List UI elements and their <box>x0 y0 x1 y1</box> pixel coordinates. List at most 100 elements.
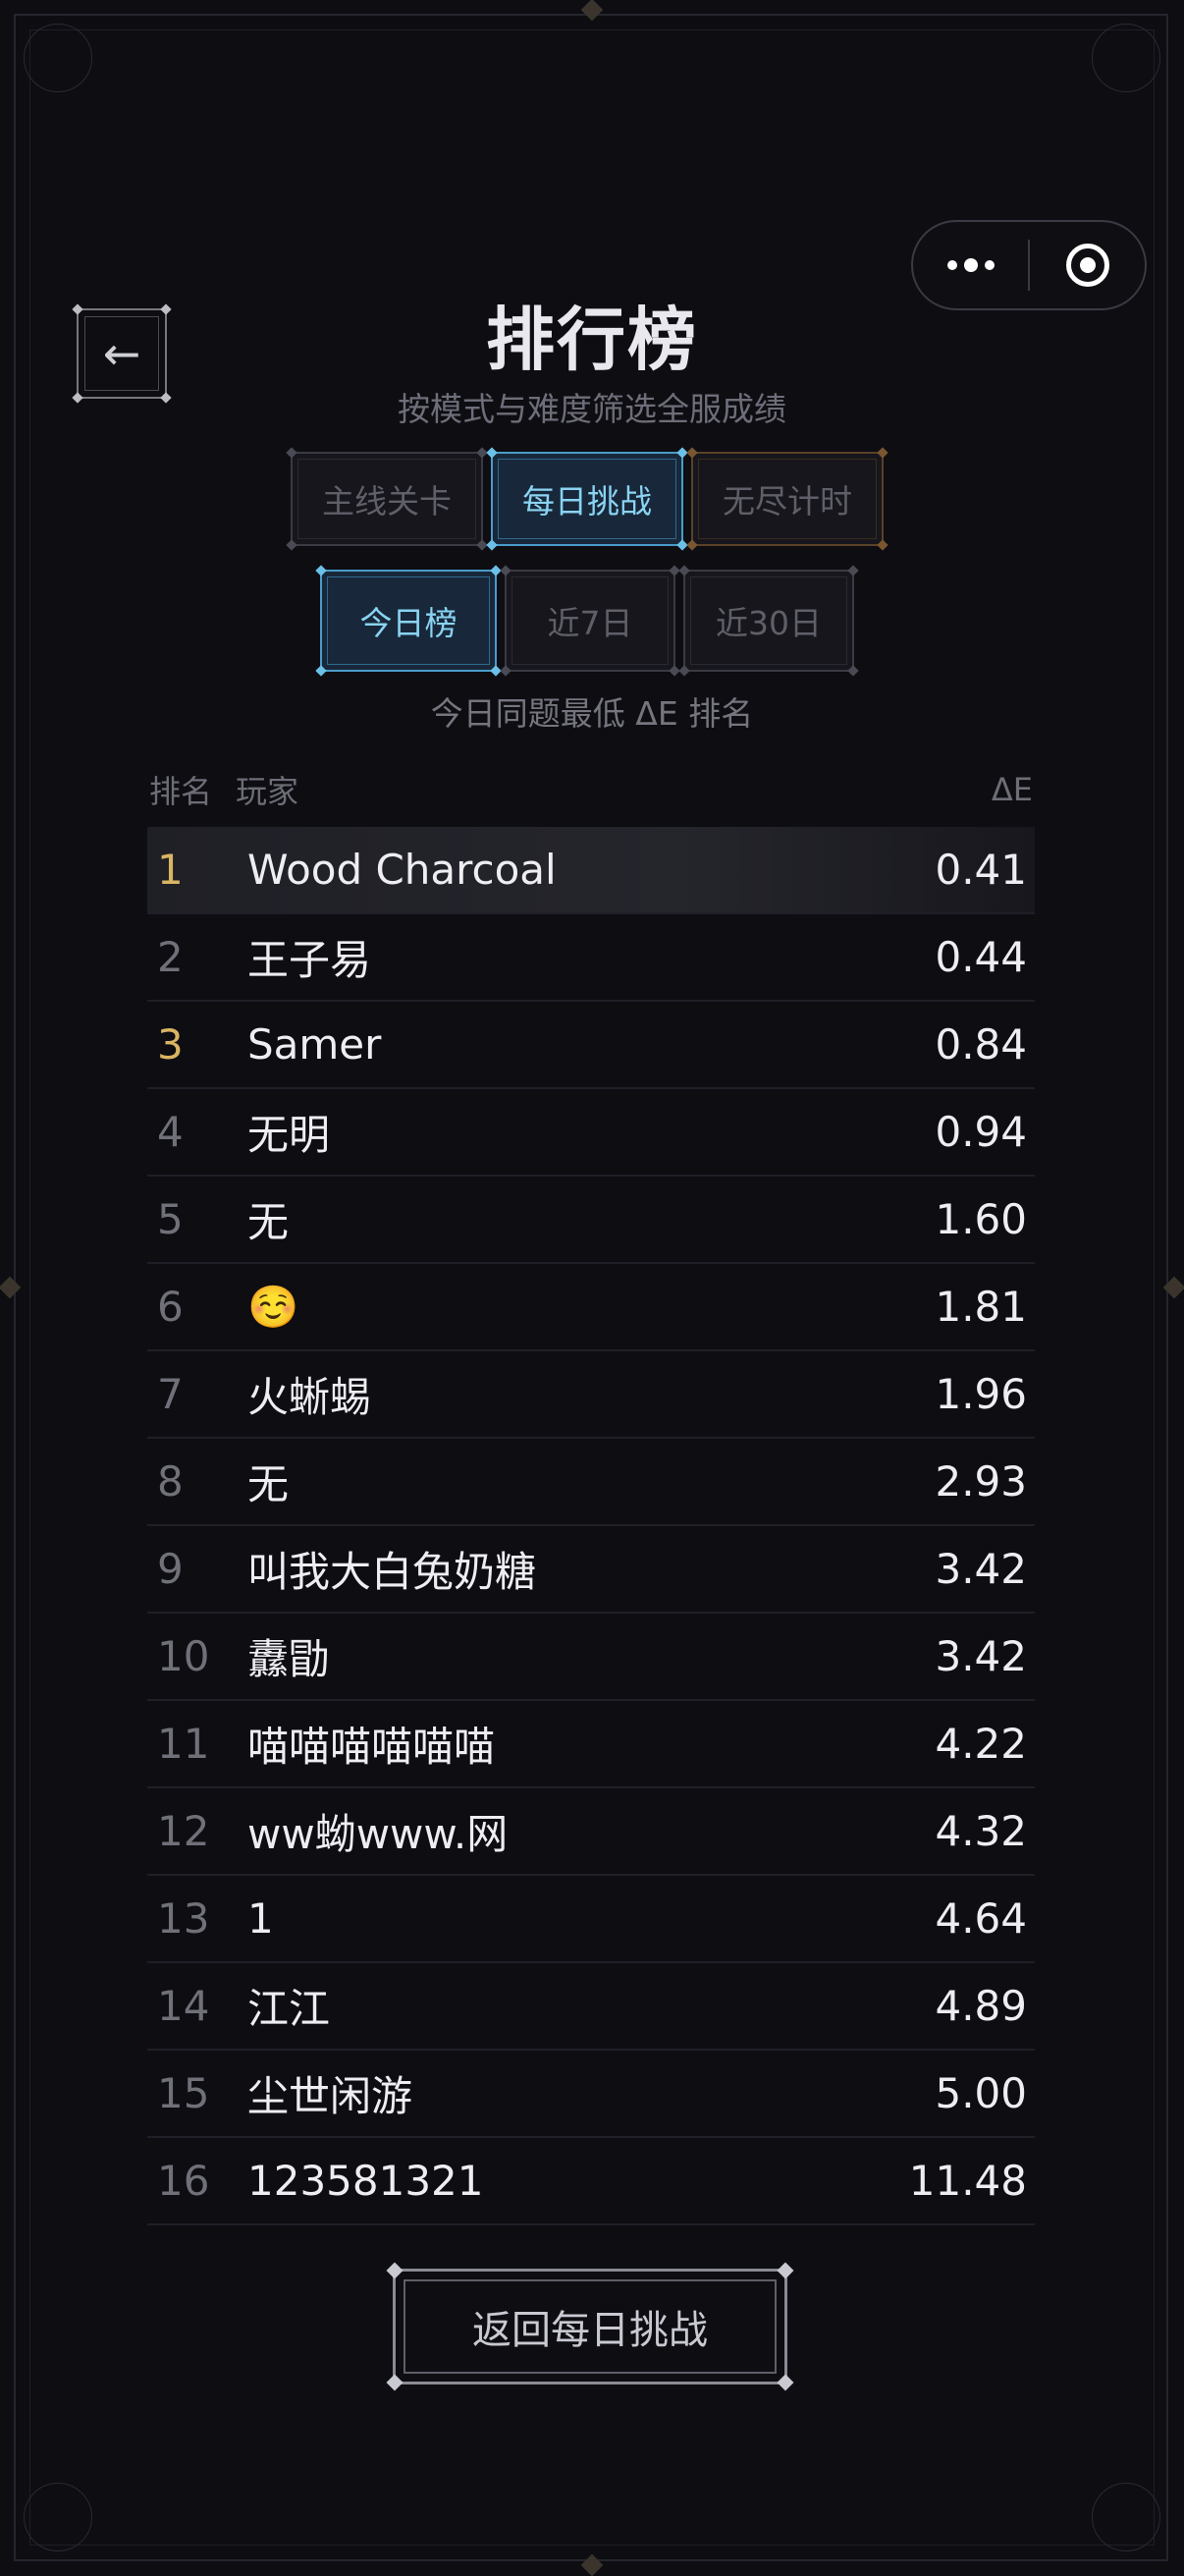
row-player-name: ☺️ <box>247 1282 299 1331</box>
row-rank: 16 <box>157 2157 210 2205</box>
row-delta-e: 4.89 <box>935 1982 1027 2030</box>
table-row: 1 Wood Charcoal 0.41 <box>147 827 1035 914</box>
row-rank: 2 <box>157 933 184 981</box>
row-rank: 12 <box>157 1807 210 1855</box>
row-delta-e: 0.44 <box>935 933 1027 981</box>
table-row: 10 纛勖 3.42 <box>147 1614 1035 1701</box>
ranking-hint: 今日同题最低 ΔE 排名 <box>430 694 754 733</box>
top-diamond-ornament <box>580 0 604 22</box>
row-delta-e: 3.42 <box>935 1545 1027 1593</box>
row-delta-e: 5.00 <box>935 2069 1027 2117</box>
mode-tabs: 主线关卡 每日挑战 无尽计时 <box>286 447 888 551</box>
row-player-name: 123581321 <box>247 2157 484 2205</box>
row-player-name: Wood Charcoal <box>247 846 557 894</box>
header-rank: 排名 <box>149 773 213 810</box>
tab-label: 近7日 <box>547 604 633 642</box>
tab-label: 每日挑战 <box>522 482 652 521</box>
row-delta-e: 4.22 <box>935 1720 1027 1768</box>
period-tabs: 今日榜 近7日 近30日 <box>315 565 859 677</box>
table-row: 9 叫我大白兔奶糖 3.42 <box>147 1526 1035 1614</box>
bottom-diamond-ornament <box>580 2553 604 2576</box>
row-player-name: 王子易 <box>247 936 372 984</box>
row-delta-e: 3.42 <box>935 1632 1027 1680</box>
table-row: 14 江江 4.89 <box>147 1963 1035 2051</box>
table-row: 4 无明 0.94 <box>147 1089 1035 1177</box>
row-rank: 11 <box>157 1720 210 1768</box>
row-player-name: 喵喵喵喵喵喵 <box>247 1723 496 1771</box>
tab-label: 近30日 <box>716 604 822 642</box>
row-delta-e: 1.60 <box>935 1195 1027 1243</box>
row-player-name: 江江 <box>247 1985 331 2033</box>
row-delta-e: 0.94 <box>935 1108 1027 1156</box>
row-delta-e: 2.93 <box>935 1457 1027 1506</box>
tab-last-30-days[interactable]: 近30日 <box>678 565 859 677</box>
corner-ornament <box>1092 24 1160 92</box>
table-row: 13 1 4.64 <box>147 1876 1035 1963</box>
corner-ornament <box>1092 2483 1160 2551</box>
row-player-name: 无 <box>247 1198 290 1246</box>
row-delta-e: 11.48 <box>908 2157 1027 2205</box>
row-player-name: 叫我大白兔奶糖 <box>247 1548 537 1596</box>
row-rank: 8 <box>157 1457 184 1506</box>
leaderboard-list[interactable]: 1 Wood Charcoal 0.41 2 王子易 0.44 3 Samer 0.84 4 无明 0… <box>147 827 1035 2243</box>
tab-main-levels[interactable]: 主线关卡 <box>286 447 488 551</box>
row-player-name: 纛勖 <box>247 1635 331 1683</box>
table-row: 7 火蜥蜴 1.96 <box>147 1351 1035 1439</box>
tab-label: 无尽计时 <box>723 482 852 521</box>
return-daily-challenge-button[interactable]: 返回每日挑战 <box>386 2262 794 2391</box>
table-row: 5 无 1.60 <box>147 1177 1035 1264</box>
tab-label: 今日榜 <box>359 604 457 642</box>
row-player-name: ww蚴www.网 <box>247 1810 509 1858</box>
table-row: 15 尘世闲游 5.00 <box>147 2051 1035 2138</box>
row-rank: 6 <box>157 1283 184 1331</box>
corner-ornament <box>24 24 92 92</box>
row-player-name: Samer <box>247 1020 382 1069</box>
row-delta-e: 0.84 <box>935 1020 1027 1069</box>
tab-today[interactable]: 今日榜 <box>315 565 502 677</box>
page-subtitle: 按模式与难度筛选全服成绩 <box>398 390 786 428</box>
row-delta-e: 4.64 <box>935 1894 1027 1943</box>
tab-label: 主线关卡 <box>322 482 452 521</box>
target-circle-icon <box>1065 244 1109 287</box>
side-diamond-ornament <box>0 1276 22 1299</box>
leaderboard-header: 排名 玩家 ΔE <box>147 762 1035 817</box>
row-player-name: 1 <box>247 1894 274 1943</box>
table-row: 8 无 2.93 <box>147 1439 1035 1526</box>
row-delta-e: 0.41 <box>935 846 1027 894</box>
header-player: 玩家 <box>236 773 299 810</box>
header-delta-e: ΔE <box>991 771 1033 808</box>
table-row: 16 123581321 11.48 <box>147 2138 1035 2225</box>
return-button-label: 返回每日挑战 <box>472 2308 708 2353</box>
row-delta-e: 1.81 <box>935 1283 1027 1331</box>
table-row: 17夏竹长52.35 <box>147 2225 1035 2243</box>
row-rank: 4 <box>157 1108 184 1156</box>
side-diamond-ornament <box>1162 1276 1184 1299</box>
row-rank: 13 <box>157 1894 210 1943</box>
row-player-name: 夏竹长 <box>245 2238 858 2243</box>
table-row: 2 王子易 0.44 <box>147 914 1035 1002</box>
row-rank: 9 <box>157 1545 184 1593</box>
tab-last-7-days[interactable]: 近7日 <box>500 565 680 677</box>
row-rank: 1 <box>157 846 184 894</box>
corner-ornament <box>24 2483 92 2551</box>
tab-endless-timed[interactable]: 无尽计时 <box>686 447 888 551</box>
table-row: 11 喵喵喵喵喵喵 4.22 <box>147 1701 1035 1788</box>
row-delta-e: 1.96 <box>935 1370 1027 1418</box>
page-title: 排行榜 <box>486 300 698 380</box>
row-rank: 15 <box>157 2069 210 2117</box>
row-player-name: 尘世闲游 <box>247 2072 413 2120</box>
table-row: 3 Samer 0.84 <box>147 1002 1035 1089</box>
more-dots-icon <box>946 258 995 272</box>
row-rank: 3 <box>157 1020 184 1069</box>
row-rank: 14 <box>157 1982 210 2030</box>
table-row: 12 ww蚴www.网 4.32 <box>147 1788 1035 1876</box>
row-player-name: 无明 <box>247 1111 331 1159</box>
row-player-name: 火蜥蜴 <box>247 1373 372 1421</box>
tab-daily-challenge[interactable]: 每日挑战 <box>486 447 688 551</box>
row-rank: 10 <box>157 1632 210 1680</box>
table-row: 6 ☺️ 1.81 <box>147 1264 1035 1351</box>
row-rank: 7 <box>157 1370 184 1418</box>
row-delta-e: 4.32 <box>935 1807 1027 1855</box>
row-player-name: 无 <box>247 1460 290 1508</box>
row-rank: 5 <box>157 1195 184 1243</box>
